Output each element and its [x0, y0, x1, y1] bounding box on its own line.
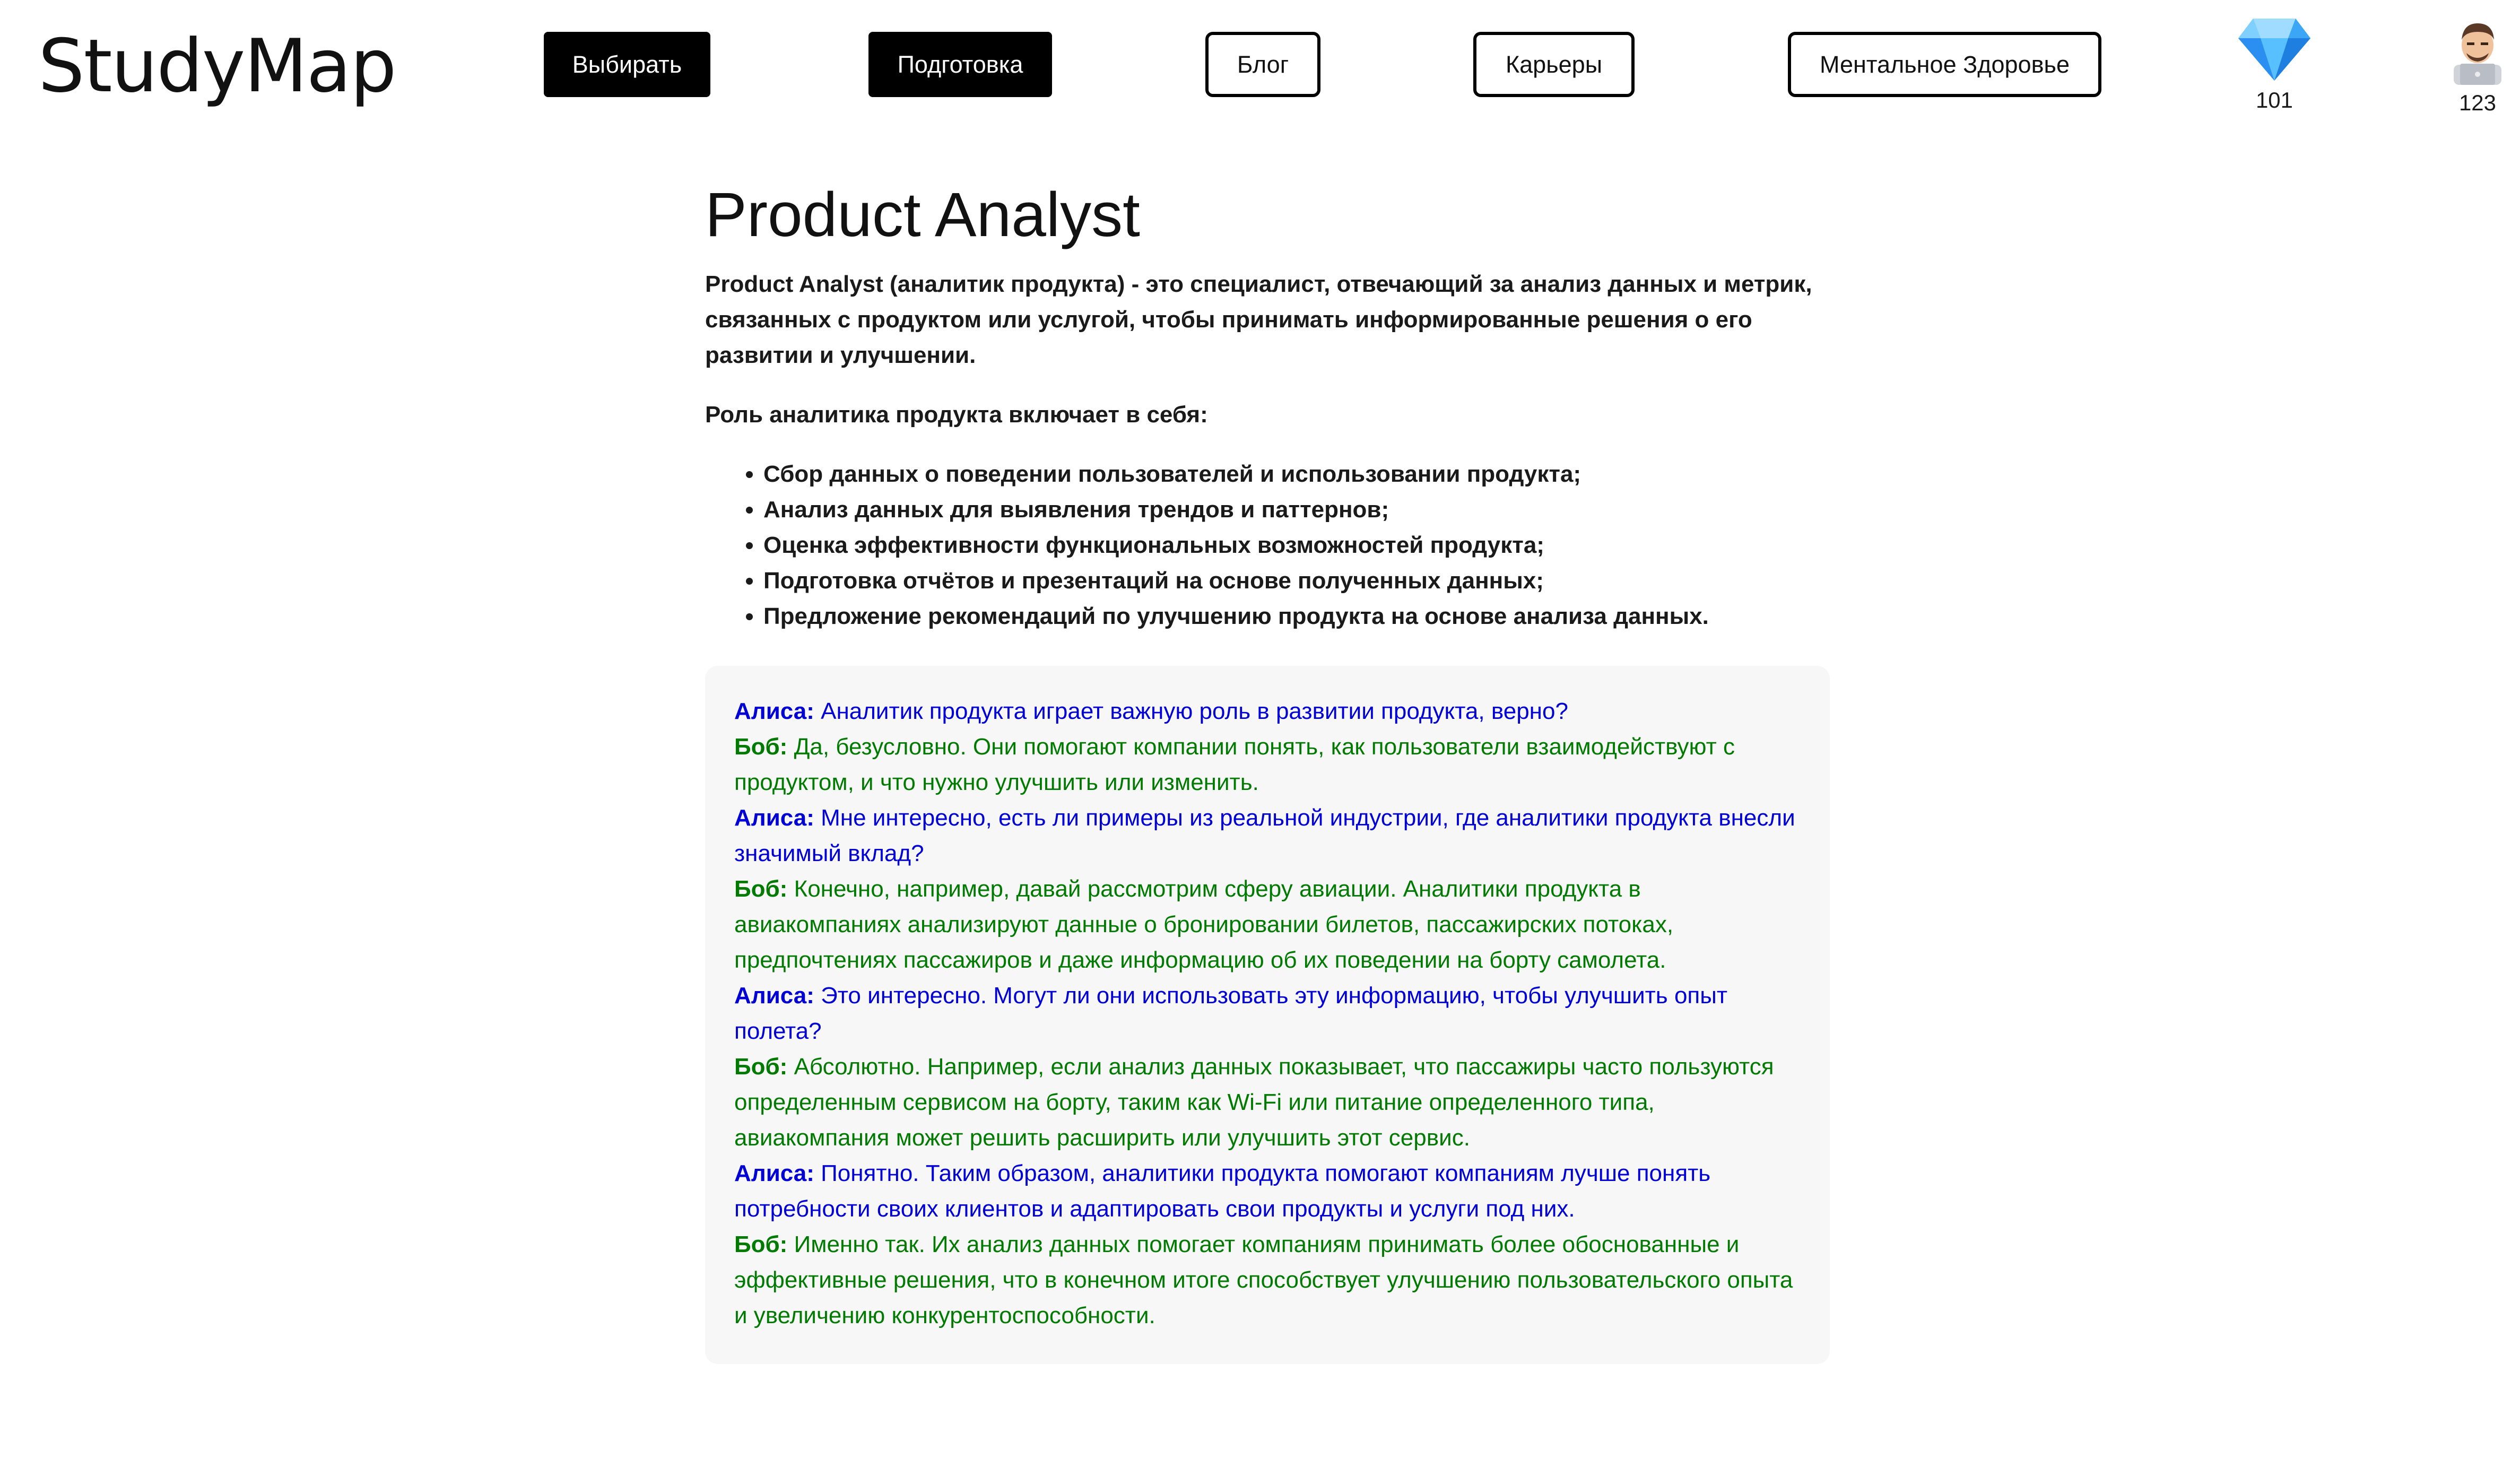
- dialog-line: Боб: Абсолютно. Например, если анализ да…: [734, 1049, 1801, 1156]
- speaker-name: Алиса:: [734, 983, 814, 1009]
- profile-counter[interactable]: 123: [2435, 16, 2520, 116]
- speaker-name: Боб:: [734, 876, 788, 902]
- studymap-logo[interactable]: StudyMap: [38, 21, 397, 111]
- dialog-text: Именно так. Их анализ данных помогает ко…: [734, 1231, 1793, 1328]
- page-title: Product Analyst: [705, 180, 1140, 250]
- nav-mental-health-button[interactable]: Ментальное Здоровье: [1788, 32, 2101, 97]
- dialog-text: Абсолютно. Например, если анализ данных …: [734, 1054, 1774, 1151]
- dialog-box: Алиса: Аналитик продукта играет важную р…: [705, 666, 1830, 1364]
- nav-preparation-button[interactable]: Подготовка: [868, 32, 1052, 97]
- gems-count: 101: [2255, 88, 2293, 112]
- dialog-line: Боб: Да, безусловно. Они помогают компан…: [734, 729, 1801, 800]
- speaker-name: Алиса:: [734, 698, 814, 724]
- intro-text: Product Analyst (аналитик продукта) - эт…: [705, 271, 1812, 368]
- speaker-name: Боб:: [734, 734, 788, 760]
- dialog-text: Мне интересно, есть ли примеры из реальн…: [734, 805, 1795, 866]
- role-heading: Роль аналитика продукта включает в себя:: [705, 402, 1208, 428]
- article: Product Analyst Product Analyst (аналити…: [705, 175, 1830, 1364]
- dialog-line: Алиса: Это интересно. Могут ли они испол…: [734, 978, 1801, 1049]
- gems-counter[interactable]: 101: [2232, 16, 2317, 114]
- speaker-name: Алиса:: [734, 1160, 814, 1186]
- speaker-name: Алиса:: [734, 805, 814, 831]
- list-item: Сбор данных о поведении пользователей и …: [763, 456, 1830, 492]
- gem-icon: [2238, 19, 2310, 81]
- list-item: Анализ данных для выявления трендов и па…: [763, 492, 1830, 527]
- nav-blog-button[interactable]: Блог: [1205, 32, 1320, 97]
- list-item: Предложение рекомендаций по улучшению пр…: [763, 598, 1830, 634]
- dialog-line: Алиса: Мне интересно, есть ли примеры из…: [734, 800, 1801, 871]
- dialog-text: Да, безусловно. Они помогают компании по…: [734, 734, 1735, 795]
- dialog-text: Конечно, например, давай рассмотрим сфер…: [734, 876, 1674, 973]
- speaker-name: Боб:: [734, 1054, 788, 1080]
- dialog-line: Боб: Именно так. Их анализ данных помога…: [734, 1227, 1801, 1333]
- dialog-line: Алиса: Аналитик продукта играет важную р…: [734, 693, 1801, 729]
- dialog-text: Понятно. Таким образом, аналитики продук…: [734, 1160, 1711, 1222]
- avatar-icon: [2454, 23, 2501, 85]
- dialog-text: Аналитик продукта играет важную роль в р…: [821, 698, 1568, 724]
- profile-count: 123: [2458, 90, 2497, 115]
- list-item: Подготовка отчётов и презентаций на осно…: [763, 563, 1830, 598]
- nav-careers-button[interactable]: Карьеры: [1473, 32, 1635, 97]
- dialog-line: Алиса: Понятно. Таким образом, аналитики…: [734, 1156, 1801, 1227]
- dialog-line: Боб: Конечно, например, давай рассмотрим…: [734, 871, 1801, 978]
- dialog-text: Это интересно. Могут ли они использовать…: [734, 983, 1728, 1044]
- list-item: Оценка эффективности функциональных возм…: [763, 527, 1830, 563]
- speaker-name: Боб:: [734, 1231, 788, 1257]
- role-list: Сбор данных о поведении пользователей и …: [705, 456, 1830, 634]
- nav-choose-button[interactable]: Выбирать: [544, 32, 710, 97]
